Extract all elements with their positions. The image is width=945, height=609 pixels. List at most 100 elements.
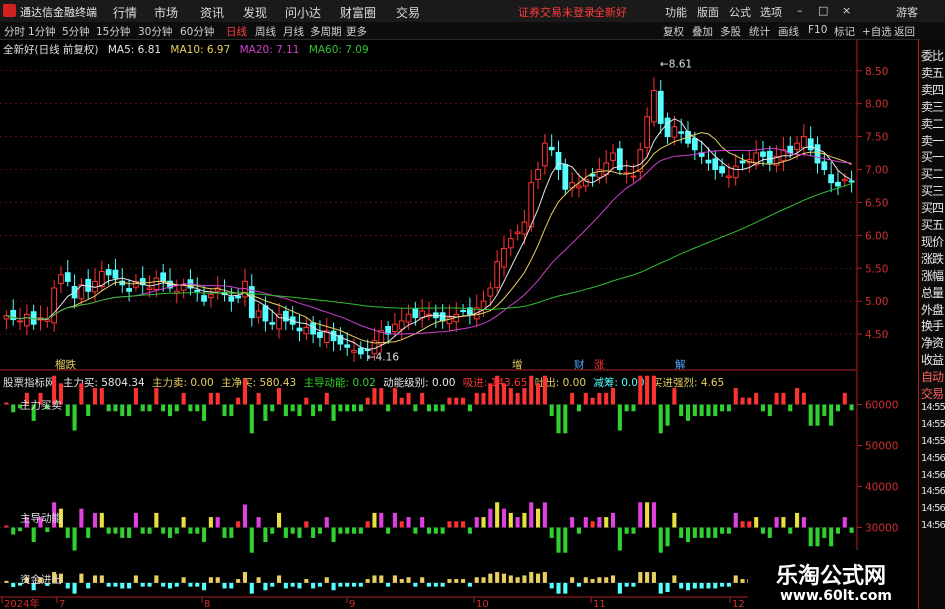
event-marker: 榴跌 bbox=[55, 358, 76, 371]
chart-canvas[interactable]: 4.50 5.00 5.50 6.00 6.50 7.00 7.50 8.00 8.50 ←8.6… bbox=[0, 39, 918, 609]
quote-panel-item: 14:56 bbox=[921, 486, 945, 498]
menu-banmian[interactable]: 版面 bbox=[697, 4, 719, 20]
period-15min[interactable]: 15分钟 bbox=[96, 24, 130, 39]
menu-caifuquan[interactable]: 财富圈 bbox=[340, 4, 376, 21]
main-power-bar bbox=[249, 527, 254, 553]
login-notice[interactable]: 证券交易未登录 bbox=[518, 4, 595, 20]
fund-flow-bar bbox=[86, 582, 91, 589]
quote-panel-item: 14:55 bbox=[921, 401, 945, 413]
main-buy-bar bbox=[86, 404, 91, 417]
main-power-bar bbox=[474, 517, 479, 528]
main-power-bar bbox=[447, 521, 452, 528]
fund-flow-bar bbox=[229, 582, 234, 589]
main-buy-bar bbox=[379, 388, 384, 405]
quote-panel-item: 涨幅 bbox=[921, 268, 944, 283]
tool-fuquan[interactable]: 复权 bbox=[663, 24, 684, 39]
user-label[interactable]: 游客 bbox=[896, 4, 918, 20]
candle-body bbox=[691, 138, 698, 151]
candle-body bbox=[112, 269, 119, 279]
candle-body bbox=[412, 308, 419, 319]
menu-xuanxiang[interactable]: 选项 bbox=[760, 4, 782, 20]
period-30min[interactable]: 30分钟 bbox=[138, 24, 172, 39]
menu-gongneng[interactable]: 功能 bbox=[665, 4, 687, 20]
main-buy-bar bbox=[672, 388, 677, 405]
period-60min[interactable]: 60分钟 bbox=[180, 24, 214, 39]
menu-wenxiaoda[interactable]: 问小达 bbox=[285, 4, 321, 21]
main-buy-bar bbox=[263, 404, 268, 421]
menu-gongshi[interactable]: 公式 bbox=[729, 4, 751, 20]
main-power-bar bbox=[120, 527, 125, 538]
tool-zixuan[interactable]: +自选 bbox=[862, 24, 892, 39]
main-buy-bar bbox=[590, 397, 595, 405]
main-buy-bar bbox=[570, 392, 575, 405]
notice-stock[interactable]: 全新好 bbox=[594, 4, 627, 20]
main-power-bar bbox=[835, 527, 841, 534]
period-monthly[interactable]: 月线 bbox=[283, 24, 304, 39]
tool-f10[interactable]: F10 bbox=[808, 24, 827, 36]
main-power-bar bbox=[433, 527, 438, 534]
fund-flow-bar bbox=[202, 582, 207, 591]
main-buy-bar bbox=[842, 392, 847, 405]
main-power-bar bbox=[99, 512, 104, 528]
quote-panel-item: 14:56 bbox=[921, 503, 945, 515]
candle-body bbox=[64, 272, 71, 282]
fund-flow-bar bbox=[99, 575, 104, 583]
menu-zixun[interactable]: 资讯 bbox=[200, 4, 224, 21]
maximize-button[interactable]: □ bbox=[818, 4, 828, 17]
candle-body bbox=[23, 313, 30, 327]
tool-tongji[interactable]: 统计 bbox=[749, 24, 770, 39]
fund-flow-bar bbox=[161, 582, 166, 587]
main-buy-bar bbox=[181, 392, 186, 405]
fund-flow-bar bbox=[720, 582, 725, 587]
menu-shichang[interactable]: 市场 bbox=[154, 4, 178, 21]
fund-flow-bar bbox=[406, 577, 411, 583]
fund-flow-bar bbox=[447, 579, 452, 583]
period-daily[interactable]: 日线 bbox=[226, 24, 247, 39]
period-weekly[interactable]: 周线 bbox=[255, 24, 276, 39]
fund-flow-bar bbox=[181, 577, 186, 583]
tool-duogu[interactable]: 多股 bbox=[720, 24, 741, 39]
fund-flow-bar bbox=[522, 575, 527, 583]
main-buy-bar bbox=[549, 404, 554, 417]
menu-jiaoyi[interactable]: 交易 bbox=[396, 4, 420, 21]
tool-diejia[interactable]: 叠加 bbox=[692, 24, 713, 39]
main-buy-bar bbox=[338, 404, 343, 412]
main-buy-bar bbox=[474, 392, 479, 405]
main-power-bar bbox=[92, 512, 98, 528]
close-button[interactable]: × bbox=[842, 4, 851, 17]
y-tick-label: 7.50 bbox=[865, 132, 888, 144]
main-buy-bar bbox=[583, 392, 588, 405]
y-tick-label: 5.50 bbox=[865, 263, 888, 275]
period-fenshi[interactable]: 分时 bbox=[4, 24, 25, 39]
main-power-bar bbox=[536, 508, 541, 528]
fund-flow-bar bbox=[542, 572, 547, 583]
tool-biaoji[interactable]: 标记 bbox=[834, 24, 855, 39]
main-power-bar bbox=[522, 512, 527, 528]
main-buy-bar bbox=[713, 404, 718, 417]
fund-flow-bar bbox=[317, 582, 322, 587]
main-buy-bar bbox=[413, 404, 418, 412]
fund-flow-bar bbox=[454, 579, 459, 583]
watermark-url: www.60lt.com bbox=[780, 588, 893, 604]
candle-body bbox=[678, 131, 685, 134]
main-power-bar bbox=[829, 527, 834, 547]
period-1min[interactable]: 1分钟 bbox=[28, 24, 56, 39]
main-power-bar bbox=[501, 508, 507, 528]
tool-fanhui[interactable]: 返回 bbox=[894, 24, 915, 39]
fund-flow-bar bbox=[167, 582, 173, 589]
period-5min[interactable]: 5分钟 bbox=[62, 24, 90, 39]
fund-flow-bar bbox=[399, 579, 404, 583]
candle-body bbox=[344, 344, 351, 348]
main-buy-bar bbox=[467, 404, 472, 412]
period-more[interactable]: 更多 bbox=[346, 24, 367, 39]
quote-panel-item: 涨跌 bbox=[921, 251, 944, 266]
menu-hangqing[interactable]: 行情 bbox=[113, 4, 137, 21]
candle-body bbox=[160, 272, 167, 282]
period-multi[interactable]: 多周期 bbox=[310, 24, 342, 39]
fund-flow-bar bbox=[277, 575, 282, 583]
quote-panel-item: 交易 bbox=[921, 387, 944, 401]
main-power-bar bbox=[631, 527, 636, 534]
tool-huaxian[interactable]: 画线 bbox=[778, 24, 799, 39]
minimize-button[interactable]: – bbox=[797, 4, 803, 17]
menu-faxian[interactable]: 发现 bbox=[243, 4, 267, 21]
